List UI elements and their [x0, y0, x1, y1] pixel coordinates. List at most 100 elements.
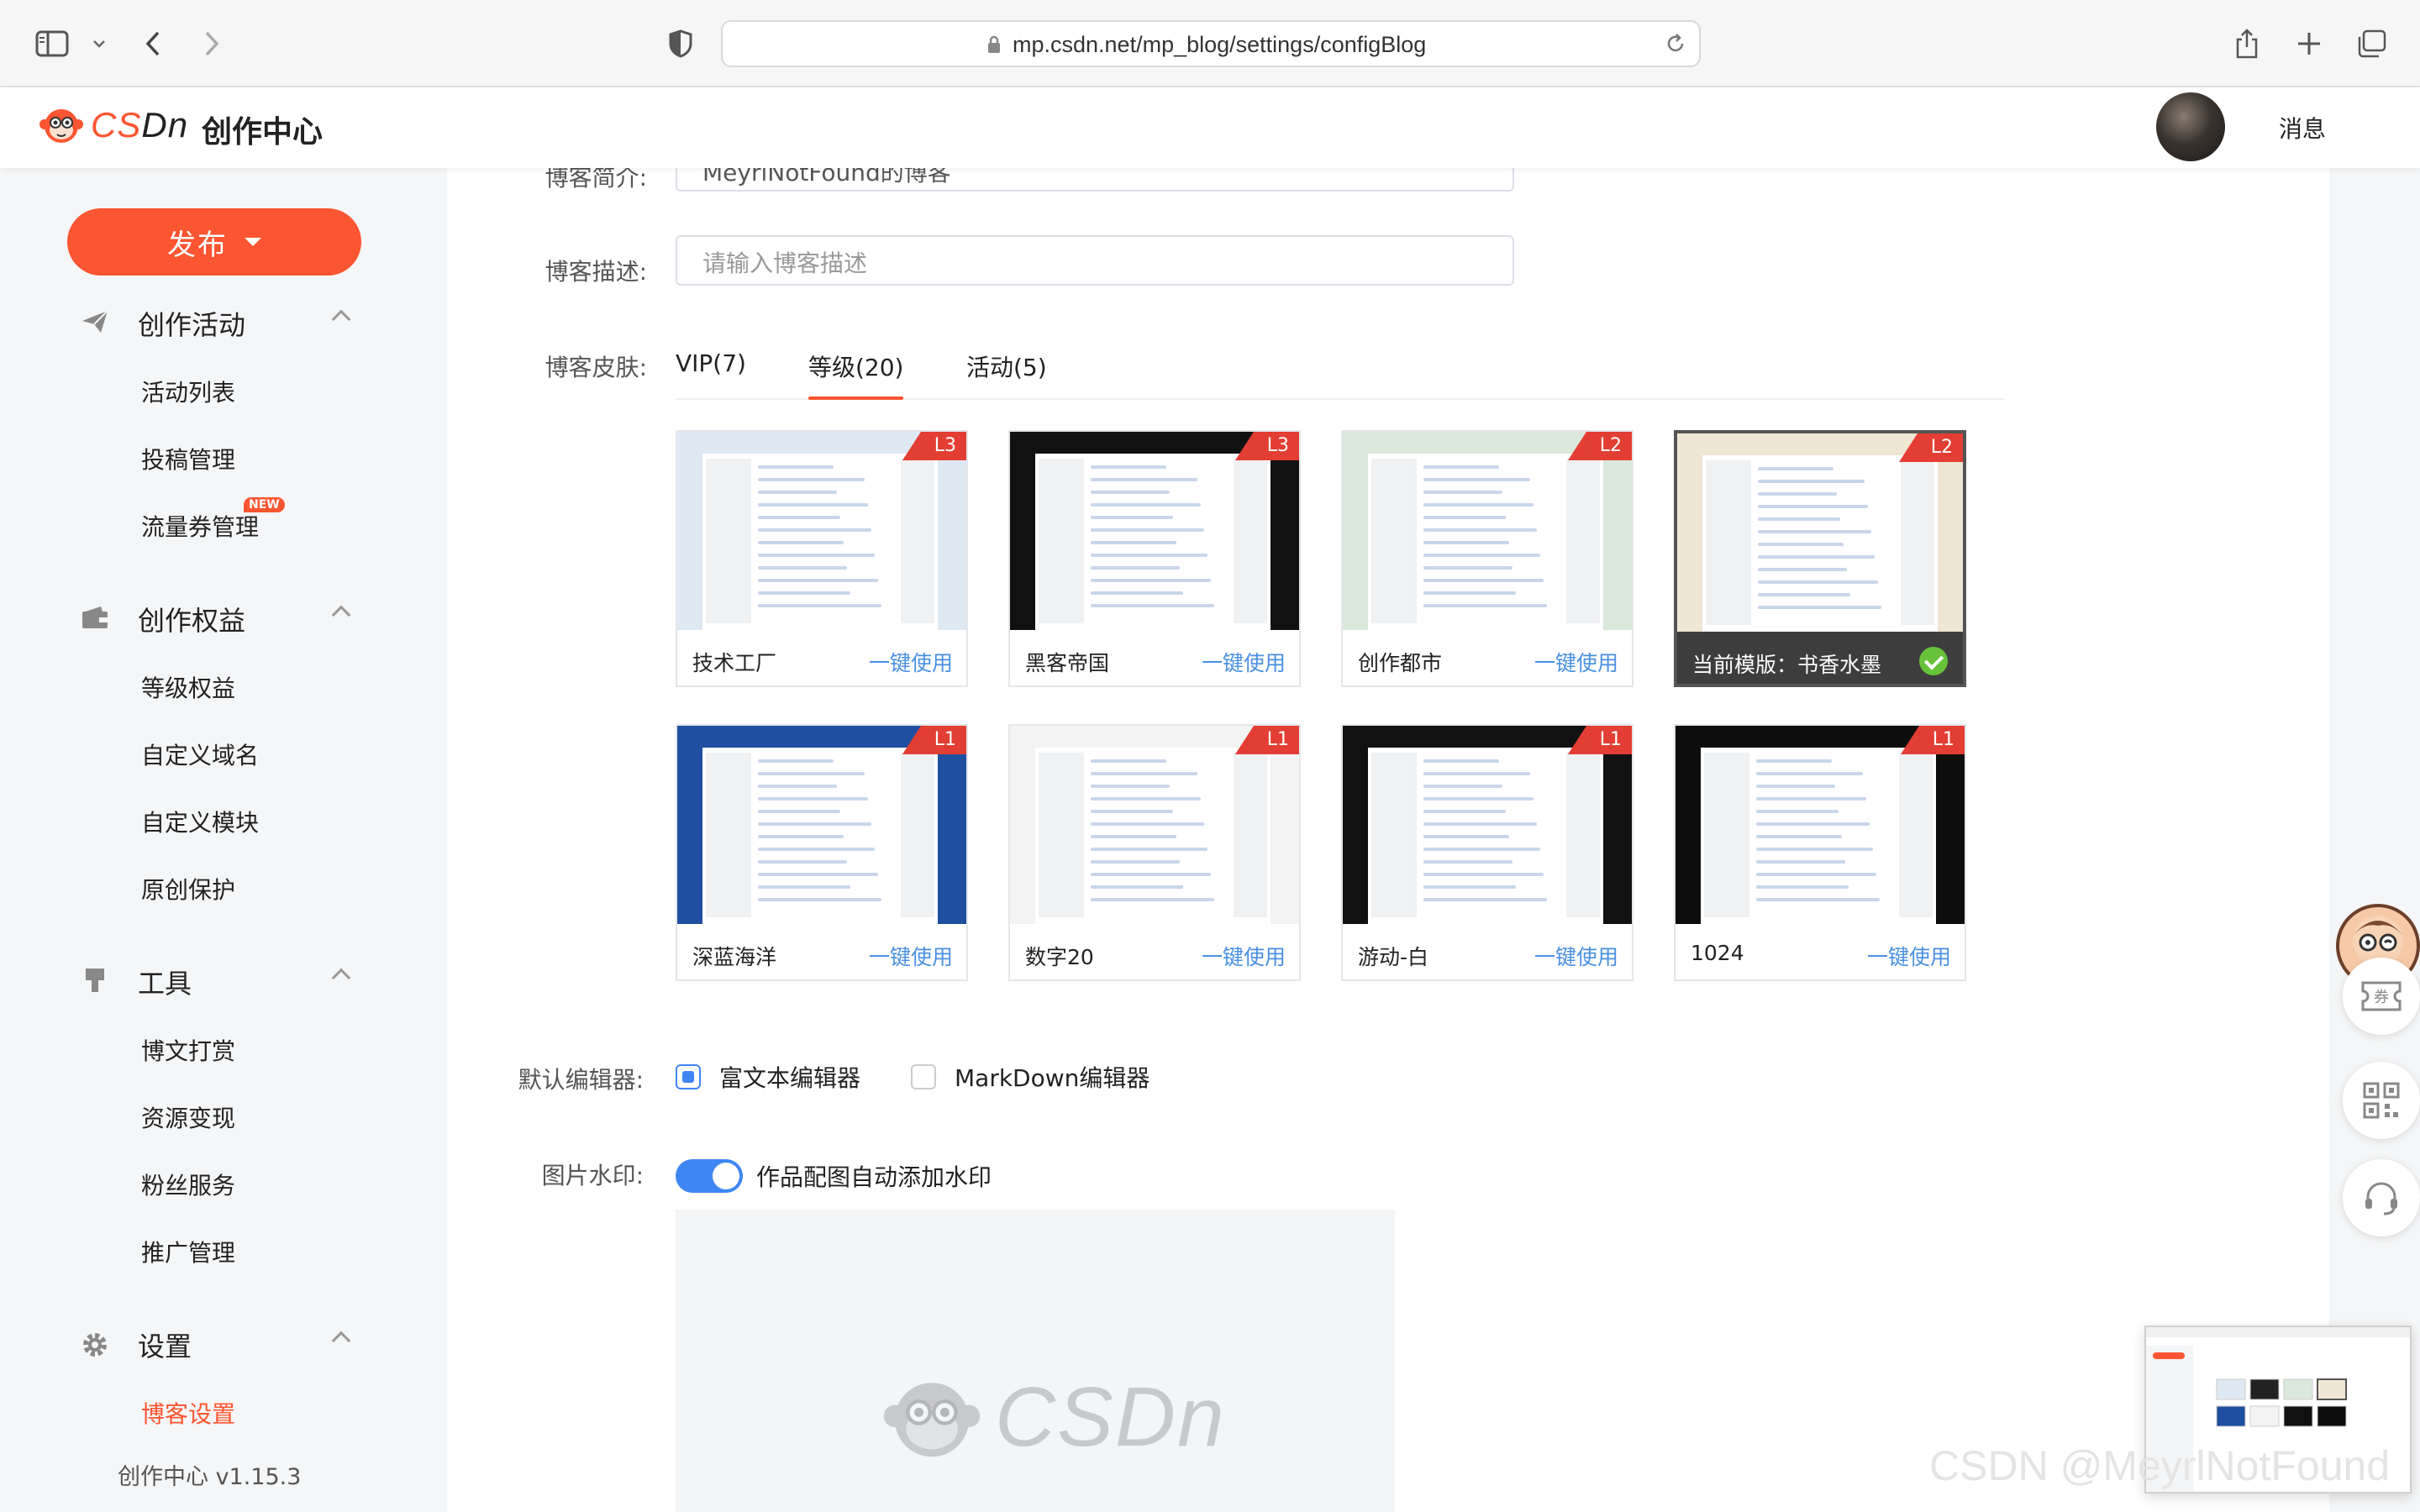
- watermark-text: CSDn: [995, 1370, 1226, 1464]
- back-icon[interactable]: [131, 22, 175, 66]
- skin-card[interactable]: L2 创作都市 一键使用: [1341, 430, 1634, 687]
- skin-card[interactable]: L1 1024 一键使用: [1674, 724, 1966, 981]
- skin-preview-page: [1035, 454, 1270, 630]
- markdown-checkbox[interactable]: [911, 1064, 936, 1089]
- sidebar-group-activities[interactable]: 创作活动: [0, 297, 447, 344]
- sidebar-item-original-protection[interactable]: 原创保护: [141, 872, 235, 906]
- skin-tabs: VIP(7) 等级(20) 活动(5): [676, 344, 2005, 400]
- tab-activity[interactable]: 活动(5): [966, 349, 1047, 383]
- blog-description-label: 博客描述:: [544, 258, 647, 286]
- avatar[interactable]: [2156, 92, 2225, 161]
- editor-option-label: MarkDown编辑器: [955, 1064, 1150, 1092]
- sidebar-item-custom-domain[interactable]: 自定义域名: [141, 738, 259, 771]
- preview-text-line: [1423, 503, 1534, 507]
- chevron-down-icon[interactable]: [77, 22, 121, 66]
- preview-text-line: [758, 478, 865, 481]
- preview-left-column: [706, 459, 751, 623]
- address-bar[interactable]: mp.csdn.net/mp_blog/settings/configBlog: [721, 20, 1701, 67]
- skin-preview-page: [1368, 748, 1603, 924]
- preview-text-line: [758, 465, 834, 469]
- preview-text-line: [1091, 860, 1180, 864]
- privacy-shield-icon[interactable]: [659, 22, 702, 66]
- preview-text-line: [1756, 759, 1832, 763]
- coupon-button[interactable]: 券: [2343, 958, 2420, 1035]
- skin-card[interactable]: L1 深蓝海洋 一键使用: [676, 724, 968, 981]
- preview-text-line: [1423, 566, 1512, 570]
- skin-name: 黑客帝国: [1025, 651, 1110, 675]
- sidebar-item-level-benefits[interactable]: 等级权益: [141, 670, 235, 704]
- tab-overview-icon[interactable]: [2349, 22, 2393, 66]
- preview-left-column: [1039, 459, 1084, 623]
- preview-right-column: [901, 459, 934, 623]
- skin-name: 游动-白: [1358, 945, 1429, 969]
- skin-name: 技术工厂: [692, 651, 777, 675]
- preview-text-line: [1758, 530, 1871, 533]
- sidebar-item-monetization[interactable]: 资源变现: [141, 1100, 235, 1134]
- skin-card[interactable]: L2 当前模版：书香水墨: [1674, 430, 1966, 687]
- preview-left-column: [1039, 753, 1084, 917]
- preview-text-line: [1091, 810, 1173, 813]
- blog-description-field[interactable]: 请输入博客描述: [676, 235, 1514, 286]
- skin-card[interactable]: L1 游动-白 一键使用: [1341, 724, 1634, 981]
- customer-service-button[interactable]: [2343, 1159, 2420, 1236]
- sidebar-group-tools[interactable]: 工具: [0, 956, 447, 1003]
- apply-skin-link[interactable]: 一键使用: [1202, 941, 1286, 971]
- share-icon[interactable]: [2225, 22, 2269, 66]
- skin-card[interactable]: L3 技术工厂 一键使用: [676, 430, 968, 687]
- sidebar-group-benefits[interactable]: 创作权益: [0, 593, 447, 640]
- reload-icon[interactable]: [1664, 32, 1687, 59]
- sidebar-toggle-icon[interactable]: [30, 22, 74, 66]
- apply-skin-link[interactable]: 一键使用: [1534, 647, 1618, 677]
- preview-text-line: [758, 835, 844, 838]
- chevron-up-icon[interactable]: [331, 968, 351, 988]
- skin-name: 创作都市: [1358, 651, 1443, 675]
- gear-icon: [81, 1331, 109, 1357]
- qr-code-button[interactable]: [2343, 1062, 2420, 1139]
- editor-option-rich-text[interactable]: 富文本编辑器: [676, 1060, 860, 1094]
- csdn-logo[interactable]: CSDn: [39, 104, 188, 146]
- apply-skin-link[interactable]: 一键使用: [1202, 647, 1286, 677]
- preview-text-line: [1091, 579, 1211, 582]
- sidebar-item-promotion[interactable]: 推广管理: [141, 1235, 235, 1268]
- preview-text-line: [1091, 759, 1166, 763]
- tab-level[interactable]: 等级(20): [808, 349, 904, 400]
- coupon-icon: 券: [2361, 981, 2402, 1011]
- chevron-up-icon[interactable]: [331, 309, 351, 329]
- skin-card[interactable]: L3 黑客帝国 一键使用: [1008, 430, 1301, 687]
- preview-text-line: [1091, 541, 1176, 544]
- caret-down-icon[interactable]: [245, 238, 261, 246]
- preview-text-line: [1423, 898, 1547, 901]
- chevron-up-icon[interactable]: [331, 605, 351, 625]
- sidebar-item-activity-list[interactable]: 活动列表: [141, 375, 235, 408]
- sidebar-item-traffic-coupons[interactable]: 流量券管理 NEW: [141, 497, 285, 543]
- skin-name: 深蓝海洋: [692, 945, 777, 969]
- preview-text-line: [1423, 772, 1530, 775]
- publish-button[interactable]: 发布: [67, 208, 361, 276]
- rich-text-checkbox[interactable]: [676, 1064, 701, 1089]
- preview-text-line: [1423, 822, 1537, 826]
- preview-text-line: [758, 579, 878, 582]
- sidebar-item-custom-modules[interactable]: 自定义模块: [141, 805, 259, 838]
- preview-text-line: [758, 604, 881, 607]
- sidebar-item-submissions[interactable]: 投稿管理: [141, 442, 235, 475]
- skin-thumbnail: L2: [1677, 433, 1963, 632]
- messages-link[interactable]: 消息: [2279, 111, 2326, 144]
- skin-card[interactable]: L1 数字20 一键使用: [1008, 724, 1301, 981]
- tab-vip[interactable]: VIP(7): [676, 349, 746, 377]
- apply-skin-link[interactable]: 一键使用: [869, 647, 953, 677]
- sidebar-item-fan-service[interactable]: 粉丝服务: [141, 1168, 235, 1201]
- preview-right-column: [901, 753, 934, 917]
- forward-icon[interactable]: [190, 22, 234, 66]
- sidebar-item-blog-settings[interactable]: 博客设置: [141, 1396, 235, 1430]
- sidebar-group-settings[interactable]: 设置: [0, 1319, 447, 1366]
- editor-option-markdown[interactable]: MarkDown编辑器: [911, 1060, 1150, 1094]
- new-tab-icon[interactable]: [2287, 22, 2331, 66]
- preview-text-line: [758, 503, 868, 507]
- apply-skin-link[interactable]: 一键使用: [1867, 941, 1951, 971]
- sidebar-item-tipping[interactable]: 博文打赏: [141, 1033, 235, 1067]
- apply-skin-link[interactable]: 一键使用: [1534, 941, 1618, 971]
- apply-skin-link[interactable]: 一键使用: [869, 941, 953, 971]
- skin-name: 1024: [1691, 941, 1744, 965]
- chevron-up-icon[interactable]: [331, 1331, 351, 1351]
- watermark-toggle[interactable]: [676, 1159, 743, 1193]
